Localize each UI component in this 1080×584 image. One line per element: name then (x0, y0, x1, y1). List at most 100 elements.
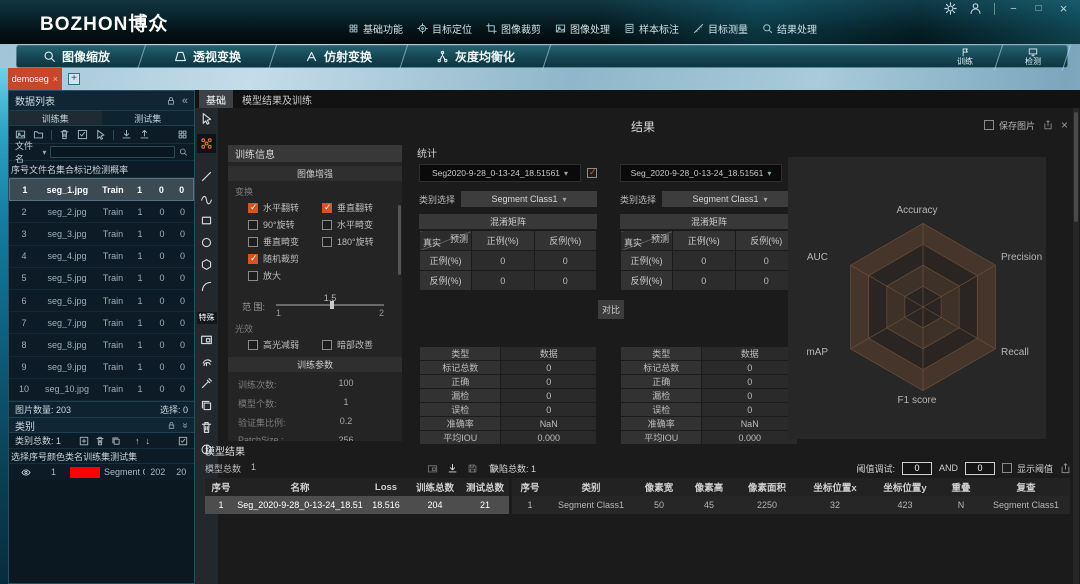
light-checkbox[interactable] (248, 340, 258, 350)
threshold-input-2[interactable] (965, 462, 995, 475)
top-menu-item[interactable]: 目标测量 (693, 21, 748, 36)
transform-option[interactable]: 水平畸变 (322, 218, 394, 231)
random-crop-checkbox[interactable] (248, 254, 258, 264)
top-menu-item[interactable]: 目标定位 (417, 21, 472, 36)
class-select-dropdown[interactable]: Segment Class1 (662, 191, 798, 207)
transform-checkbox[interactable] (248, 220, 258, 230)
mask-tool-icon[interactable] (200, 333, 213, 346)
line-tool-icon[interactable] (200, 170, 213, 183)
add-class-icon[interactable] (79, 436, 89, 446)
collapse-chevron-icon[interactable] (182, 420, 188, 431)
top-menu-item[interactable]: 图像处理 (555, 21, 610, 36)
settings-gear-icon[interactable] (944, 2, 957, 15)
move-down-icon[interactable] (146, 436, 151, 446)
cursor-tool-icon[interactable] (200, 112, 213, 125)
transform-option[interactable]: 180°旋转 (322, 235, 394, 248)
transform-checkbox[interactable] (248, 237, 258, 247)
delete-icon[interactable] (59, 129, 70, 140)
file-row[interactable]: 5 seg_5.jpg Train 1 0 0 (9, 268, 194, 290)
file-row[interactable]: 1 seg_1.jpg Train 1 0 0 (9, 178, 194, 201)
threshold-input-1[interactable] (902, 462, 932, 475)
circle-tool-icon[interactable] (200, 236, 213, 249)
arc-tool-icon[interactable] (200, 280, 213, 293)
compare-button[interactable]: 对比 (598, 300, 624, 319)
file-row[interactable]: 9 seg_9.jpg Train 1 0 0 (9, 357, 194, 379)
check-select-icon[interactable] (77, 129, 88, 140)
workspace-tab[interactable]: 模型结果及训练 (235, 90, 319, 108)
document-tab[interactable]: demoseg (0, 68, 62, 90)
close-button[interactable] (1057, 2, 1070, 15)
save-model-icon[interactable] (467, 463, 478, 474)
rectangle-tool-icon[interactable] (200, 214, 213, 227)
file-row[interactable]: 8 seg_8.jpg Train 1 0 0 (9, 334, 194, 356)
maximize-button[interactable] (1032, 2, 1045, 15)
cursor-icon[interactable] (95, 129, 106, 140)
class-color-swatch[interactable] (70, 467, 100, 478)
dropper-tool-icon[interactable] (200, 377, 213, 390)
view-grid-icon[interactable] (177, 129, 188, 140)
transform-option[interactable]: 垂直畸变 (248, 235, 320, 248)
tab-close-icon[interactable] (53, 74, 58, 84)
minimize-button[interactable] (1007, 2, 1020, 15)
file-row[interactable]: 7 seg_7.jpg Train 1 0 0 (9, 312, 194, 334)
top-menu-item[interactable]: 图像裁剪 (486, 21, 541, 36)
export-result-icon[interactable] (1043, 120, 1053, 130)
pin-lock-icon[interactable] (166, 96, 176, 106)
delete-tool-icon[interactable] (200, 421, 213, 434)
class-row[interactable]: 1 Segment Cl 202 20 (9, 464, 194, 480)
dataset-tab[interactable]: 训练集 (9, 111, 102, 125)
transform-checkbox[interactable] (322, 220, 332, 230)
model-select-dropdown[interactable]: Seg_2020-9-28_0-13-24_18.51561 (620, 164, 782, 182)
light-option[interactable]: 暗部改善 (322, 338, 394, 351)
user-icon[interactable] (969, 2, 982, 15)
export-results-icon[interactable] (1060, 463, 1071, 474)
delete-class-icon[interactable] (95, 436, 105, 446)
file-row[interactable]: 6 seg_6.jpg Train 1 0 0 (9, 290, 194, 312)
export-model-icon[interactable] (427, 463, 438, 474)
workspace-tab[interactable]: 基础 (199, 90, 233, 108)
transform-checkbox[interactable] (248, 203, 258, 213)
import-model-icon[interactable] (447, 463, 458, 474)
transform-option[interactable]: 90°旋转 (248, 218, 320, 231)
model-enable-checkbox[interactable] (587, 168, 597, 178)
move-up-icon[interactable] (135, 436, 140, 446)
transform-option[interactable]: 垂直翻转 (322, 201, 394, 214)
points-brush-tool-icon[interactable] (197, 134, 216, 153)
ribbon-tool-button[interactable]: 透视变换 (148, 46, 279, 67)
ribbon-tool-button[interactable]: 图像缩放 (17, 46, 148, 67)
top-menu-item[interactable]: 结果处理 (762, 21, 817, 36)
ribbon-tool-button[interactable]: 仿射变换 (279, 46, 410, 67)
close-result-icon[interactable] (1061, 118, 1068, 132)
top-menu-item[interactable]: 样本标注 (624, 21, 679, 36)
class-select-dropdown[interactable]: Segment Class1 (461, 191, 597, 207)
collapse-panel-icon[interactable] (182, 95, 188, 107)
dataset-tab[interactable]: 测试集 (102, 111, 195, 125)
ribbon-action-button[interactable]: 检测 (999, 46, 1067, 67)
file-row[interactable]: 4 seg_4.jpg Train 1 0 0 (9, 246, 194, 268)
show-threshold-option[interactable]: 显示阈值 (1002, 462, 1053, 475)
light-option[interactable]: 高光减弱 (248, 338, 320, 351)
file-row[interactable]: 2 seg_2.jpg Train 1 0 0 (9, 201, 194, 223)
zoom-checkbox[interactable] (248, 271, 258, 281)
transform-checkbox[interactable] (322, 237, 332, 247)
add-tab-button[interactable] (68, 73, 80, 85)
chevron-down-icon[interactable] (42, 147, 46, 157)
import-icon[interactable] (121, 129, 132, 140)
transform-option[interactable]: 水平翻转 (248, 201, 320, 214)
stamp-tool-icon[interactable] (200, 355, 213, 368)
search-icon[interactable] (179, 147, 188, 157)
ribbon-action-button[interactable]: 训练 (931, 46, 999, 67)
light-checkbox[interactable] (322, 340, 332, 350)
defect-row[interactable]: 1 Segment Class1 50 45 2250 32 423 N Seg… (512, 496, 1070, 514)
curve-tool-icon[interactable] (200, 192, 213, 205)
save-image-checkbox[interactable] (984, 120, 994, 130)
export-icon[interactable] (139, 129, 150, 140)
file-row[interactable]: 10 seg_10.jpg Train 1 0 0 (9, 379, 194, 401)
polygon-tool-icon[interactable] (200, 258, 213, 271)
merge-class-icon[interactable] (111, 436, 121, 446)
visibility-eye-icon[interactable] (21, 469, 31, 476)
zoom-option[interactable]: 放大 (248, 269, 394, 282)
ribbon-tool-button[interactable]: 灰度均衡化 (410, 46, 553, 67)
slider-handle[interactable] (330, 301, 334, 309)
model-select-dropdown[interactable]: Seg2020-9-28_0-13-24_18.51561 (419, 164, 581, 182)
